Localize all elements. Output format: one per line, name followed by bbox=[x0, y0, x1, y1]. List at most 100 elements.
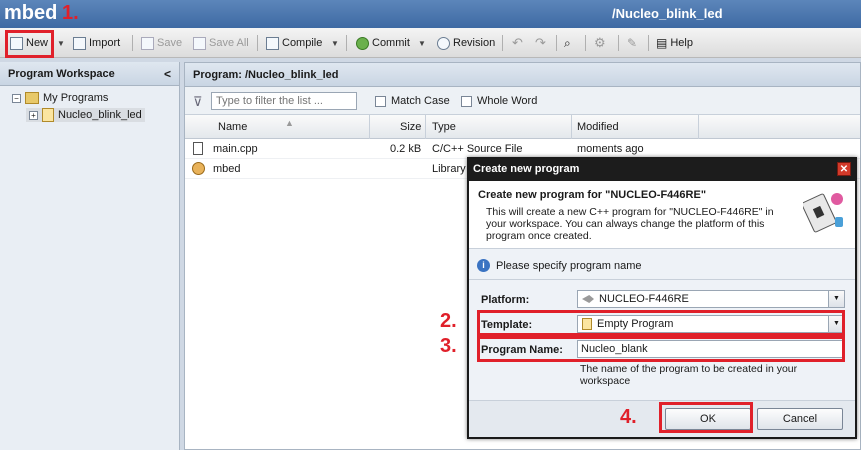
template-select[interactable]: Empty Program ▼ bbox=[577, 315, 845, 333]
cpp-file-icon bbox=[193, 142, 203, 155]
platform-value: NUCLEO-F446RE bbox=[599, 293, 689, 305]
program-name-input[interactable] bbox=[577, 340, 845, 358]
file-type: C/C++ Source File bbox=[432, 143, 523, 155]
new-dropdown-button[interactable]: ▼ bbox=[55, 35, 65, 51]
tools-button[interactable]: ✎ bbox=[627, 35, 637, 51]
chevron-down-icon: ▼ bbox=[331, 38, 339, 48]
program-name-label: Program Name: bbox=[481, 344, 563, 356]
platform-select[interactable]: NUCLEO-F446RE ▼ bbox=[577, 290, 845, 308]
expand-icon[interactable]: + bbox=[29, 110, 38, 120]
undo-button[interactable]: ↶ bbox=[512, 35, 523, 51]
new-label: New bbox=[26, 37, 49, 49]
chevron-down-icon: ▼ bbox=[57, 38, 65, 48]
collapse-icon[interactable]: − bbox=[12, 93, 21, 103]
match-case-checkbox[interactable]: Match Case bbox=[375, 95, 450, 107]
checkbox-box[interactable] bbox=[375, 95, 386, 107]
commit-label: Commit bbox=[372, 37, 410, 49]
info-text: Please specify program name bbox=[496, 259, 642, 272]
tree-label: My Programs bbox=[43, 92, 109, 104]
column-header-type[interactable]: Type bbox=[432, 121, 456, 133]
collapse-panel-icon[interactable]: < bbox=[164, 67, 171, 81]
file-type: Library bbox=[432, 163, 466, 175]
dialog-divider bbox=[469, 279, 855, 280]
save-label: Save bbox=[157, 37, 183, 49]
info-row: i Please specify program name bbox=[477, 259, 642, 272]
compile-label: Compile bbox=[282, 37, 323, 49]
step-4-label: 4. bbox=[620, 406, 637, 428]
new-file-icon bbox=[10, 36, 23, 50]
book-icon: ▤ bbox=[656, 36, 668, 50]
compile-icon bbox=[266, 36, 279, 50]
settings-button[interactable]: ⚙ bbox=[594, 35, 606, 51]
column-divider[interactable] bbox=[698, 115, 699, 139]
app-brand: mbed bbox=[4, 2, 58, 24]
redo-icon: ↷ bbox=[535, 35, 546, 50]
dialog-header: Create new program for "NUCLEO-F446RE" T… bbox=[469, 181, 855, 249]
template-label: Template: bbox=[481, 319, 533, 331]
help-button[interactable]: ▤ Help bbox=[656, 35, 693, 51]
binoculars-icon: ⌕ bbox=[564, 35, 571, 50]
library-icon bbox=[192, 162, 205, 175]
gear-icon: ⚙ bbox=[594, 35, 606, 50]
toolbar-divider bbox=[648, 35, 649, 51]
program-title: Program: /Nucleo_blink_led bbox=[193, 69, 339, 81]
toolbar-divider bbox=[132, 35, 133, 51]
tree-node-my-programs[interactable]: − My Programs bbox=[12, 92, 108, 104]
template-value: Empty Program bbox=[597, 318, 674, 330]
import-label: Import bbox=[89, 37, 121, 49]
toolbar-divider bbox=[618, 35, 619, 51]
toolbar-divider bbox=[585, 35, 586, 51]
file-modified: moments ago bbox=[577, 143, 644, 155]
chevron-down-icon[interactable]: ▼ bbox=[828, 291, 844, 307]
folder-icon bbox=[25, 92, 39, 104]
step-3-label: 3. bbox=[440, 335, 457, 357]
commit-button[interactable]: Commit bbox=[356, 35, 410, 51]
file-name: mbed bbox=[213, 163, 241, 175]
commit-dropdown-button[interactable]: ▼ bbox=[416, 35, 426, 51]
filter-icon: ⊽ bbox=[193, 94, 203, 109]
column-header-name[interactable]: Name bbox=[218, 121, 247, 133]
compile-dropdown-button[interactable]: ▼ bbox=[329, 35, 339, 51]
checkbox-box[interactable] bbox=[461, 95, 472, 107]
program-name-hint: The name of the program to be created in… bbox=[580, 363, 798, 387]
column-divider[interactable] bbox=[425, 115, 426, 139]
save-all-button[interactable]: Save All bbox=[193, 35, 249, 51]
close-icon[interactable]: ✕ bbox=[837, 162, 851, 176]
step-2-label: 2. bbox=[440, 310, 457, 332]
save-button[interactable]: Save bbox=[141, 35, 182, 51]
revision-button[interactable]: Revision bbox=[437, 35, 495, 51]
find-button[interactable]: ⌕ bbox=[564, 35, 571, 51]
column-header-size[interactable]: Size bbox=[400, 121, 421, 133]
platform-icon bbox=[582, 295, 594, 303]
platform-label: Platform: bbox=[481, 294, 530, 306]
column-divider[interactable] bbox=[571, 115, 572, 139]
dialog-heading: Create new program for "NUCLEO-F446RE" bbox=[478, 189, 707, 201]
sort-ascending-icon: ▲ bbox=[285, 118, 294, 128]
match-case-label: Match Case bbox=[391, 95, 450, 107]
chevron-down-icon[interactable]: ▼ bbox=[828, 316, 844, 332]
cancel-button[interactable]: Cancel bbox=[757, 408, 843, 430]
tree-node-nucleo-blink-led[interactable]: + Nucleo_blink_led bbox=[26, 108, 145, 122]
program-icon bbox=[582, 318, 592, 330]
project-path: /Nucleo_blink_led bbox=[612, 6, 723, 21]
table-row[interactable]: main.cpp 0.2 kB C/C++ Source File moment… bbox=[185, 139, 860, 159]
dialog-description: This will create a new C++ program for "… bbox=[486, 206, 774, 242]
dialog-title-bar: Create new program ✕ bbox=[469, 159, 855, 181]
filter-input[interactable] bbox=[211, 92, 357, 110]
toolbar-divider bbox=[346, 35, 347, 51]
redo-button[interactable]: ↷ bbox=[535, 35, 546, 51]
new-button[interactable]: New bbox=[10, 35, 48, 51]
dialog-footer: OK Cancel bbox=[469, 400, 855, 437]
tree-label: Nucleo_blink_led bbox=[58, 109, 142, 121]
save-icon bbox=[141, 36, 154, 50]
column-header-modified[interactable]: Modified bbox=[577, 121, 619, 133]
column-divider[interactable] bbox=[369, 115, 370, 139]
import-icon bbox=[73, 36, 86, 50]
import-button[interactable]: Import bbox=[73, 35, 120, 51]
filter-bar: ⊽ Match Case Whole Word bbox=[185, 87, 860, 115]
program-icon bbox=[42, 108, 54, 122]
whole-word-checkbox[interactable]: Whole Word bbox=[461, 95, 537, 107]
ok-button[interactable]: OK bbox=[665, 408, 751, 430]
clock-icon bbox=[437, 36, 450, 50]
compile-button[interactable]: Compile bbox=[266, 35, 322, 51]
